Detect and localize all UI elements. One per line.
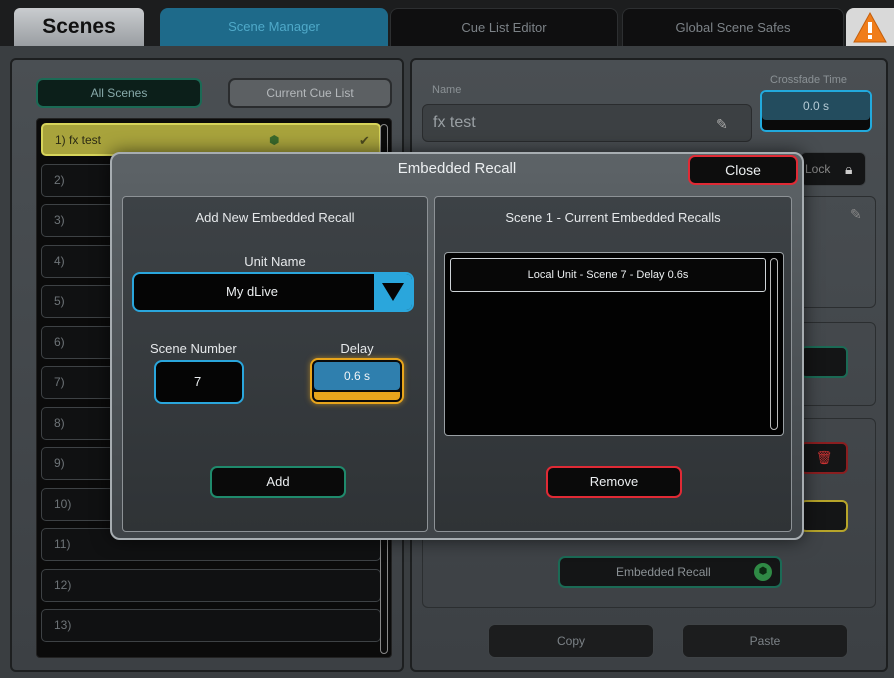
- embedded-recall-label: Embedded Recall: [616, 565, 711, 579]
- scene-row-label: 7): [54, 375, 65, 389]
- recall-list-scrollbar[interactable]: [770, 258, 778, 430]
- warning-icon: [853, 11, 887, 43]
- tab-cue-list-editor[interactable]: Cue List Editor: [390, 8, 618, 46]
- option-button[interactable]: [800, 346, 848, 378]
- scene-row-label: 12): [54, 578, 72, 592]
- delay-value[interactable]: 0.6 s: [314, 362, 400, 390]
- scene-row-label: 13): [54, 618, 72, 632]
- pencil-icon: ✎: [716, 116, 728, 132]
- option-button-yellow[interactable]: [800, 500, 848, 532]
- scene-row-label: 10): [54, 497, 72, 511]
- scene-row-label: 3): [54, 213, 65, 227]
- dropdown-toggle[interactable]: [374, 274, 412, 310]
- warning-button[interactable]: [846, 8, 894, 46]
- crossfade-time-label: Crossfade Time: [770, 74, 848, 86]
- embedded-recall-icon: ⬢: [754, 563, 772, 581]
- chevron-down-icon: [382, 283, 404, 301]
- tab-scene-manager[interactable]: Scene Manager: [160, 8, 388, 46]
- embedded-recall-button[interactable]: Embedded Recall: [558, 556, 782, 588]
- pencil-icon: ✎: [850, 206, 862, 222]
- scene-number-label: Scene Number: [150, 341, 237, 356]
- scene-row-label: 1) fx test: [55, 133, 102, 147]
- scene-row-label: 2): [54, 173, 65, 187]
- delay-bar: [314, 392, 400, 400]
- delete-button[interactable]: 🗑︎: [800, 442, 848, 474]
- lock-button[interactable]: Lock 🔒︎: [800, 152, 866, 186]
- add-button[interactable]: Add: [210, 466, 346, 498]
- remove-button[interactable]: Remove: [546, 466, 682, 498]
- scene-number-field[interactable]: 7: [154, 360, 244, 404]
- close-button[interactable]: Close: [688, 155, 798, 185]
- delay-label: Delay: [340, 341, 374, 356]
- scene-row-label: 8): [54, 416, 65, 430]
- trash-icon: 🗑︎: [815, 450, 833, 465]
- recall-list-item[interactable]: Local Unit - Scene 7 - Delay 0.6s: [450, 258, 766, 292]
- current-recalls-heading: Scene 1 - Current Embedded Recalls: [505, 210, 721, 225]
- name-label: Name: [432, 84, 462, 96]
- unit-name-label: Unit Name: [244, 254, 306, 269]
- scene-row-label: 6): [54, 335, 65, 349]
- scene-row-label: 11): [54, 537, 71, 551]
- app-title: Scenes: [14, 8, 144, 46]
- scene-row-label: 5): [54, 294, 65, 308]
- lock-label: Lock: [805, 162, 831, 176]
- crossfade-time-value[interactable]: 0.0 s: [762, 92, 870, 120]
- copy-button[interactable]: Copy: [488, 624, 654, 658]
- scene-row-label: 9): [54, 456, 65, 470]
- all-scenes-button[interactable]: All Scenes: [36, 78, 202, 108]
- add-recall-heading: Add New Embedded Recall: [195, 210, 355, 225]
- name-field[interactable]: fx test: [422, 104, 752, 142]
- scene-row-13[interactable]: 13): [41, 609, 381, 642]
- unit-name-dropdown[interactable]: My dLive: [132, 272, 414, 312]
- padlock-icon: 🔒︎: [845, 161, 853, 177]
- scene-row-label: 4): [54, 254, 65, 268]
- tab-global-scene-safes[interactable]: Global Scene Safes: [622, 8, 844, 46]
- paste-button[interactable]: Paste: [682, 624, 848, 658]
- current-cue-list-button[interactable]: Current Cue List: [228, 78, 392, 108]
- scene-row-12[interactable]: 12): [41, 569, 381, 602]
